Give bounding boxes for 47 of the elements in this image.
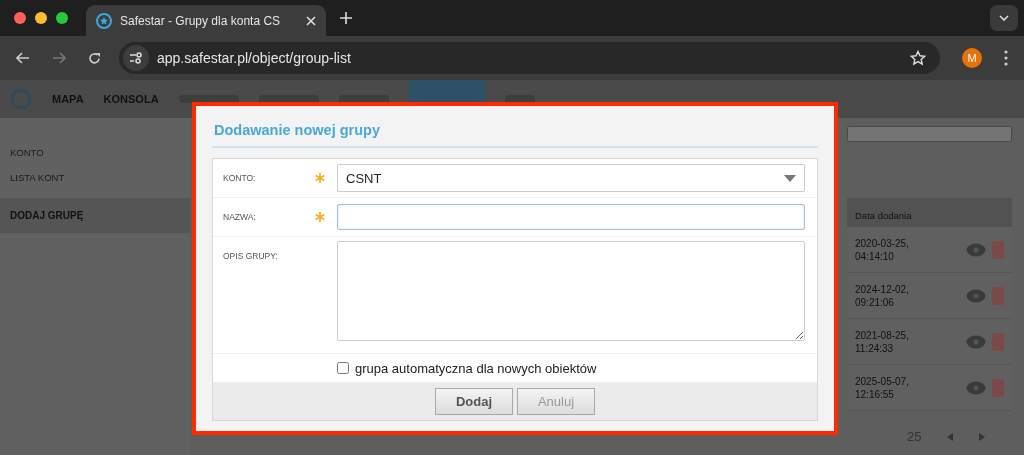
url-text: app.safestar.pl/object/group-list bbox=[157, 50, 351, 66]
name-input-field[interactable] bbox=[337, 204, 805, 230]
nav-menu-item[interactable]: KONSOLA bbox=[103, 93, 159, 105]
eye-icon[interactable] bbox=[966, 380, 986, 395]
search-field[interactable] bbox=[847, 126, 1012, 142]
field-label: OPIS GRUPY: bbox=[223, 250, 279, 261]
new-tab-icon[interactable] bbox=[340, 12, 352, 24]
eye-icon[interactable] bbox=[966, 334, 986, 349]
more-menu-icon[interactable] bbox=[1004, 50, 1008, 66]
caret-icon bbox=[784, 174, 796, 182]
reload-icon[interactable] bbox=[88, 51, 101, 65]
sidebar-item[interactable]: LISTA KONT bbox=[0, 165, 190, 190]
eye-icon[interactable] bbox=[966, 242, 986, 257]
dialog-title: Dodawanie nowej grupy bbox=[212, 118, 818, 148]
maximize-window-button[interactable] bbox=[56, 12, 68, 24]
date-cell-text: 2021-08-25, 11:24:33 bbox=[855, 328, 910, 355]
field-label: NAZWA: bbox=[223, 212, 257, 222]
eye-icon[interactable] bbox=[966, 288, 986, 303]
chevron-down-icon bbox=[999, 15, 1009, 21]
table-header: Data dodania bbox=[847, 198, 1012, 227]
date-cell-text: 2020-03-25, 04:14:10 bbox=[855, 236, 910, 263]
close-icon[interactable] bbox=[306, 15, 316, 26]
minimize-window-button[interactable] bbox=[35, 12, 47, 24]
tab-list-button[interactable] bbox=[990, 5, 1018, 31]
close-window-button[interactable] bbox=[14, 12, 26, 24]
description-text-area[interactable] bbox=[337, 241, 805, 341]
profile-avatar[interactable]: M bbox=[962, 48, 982, 68]
checkbox[interactable] bbox=[337, 362, 349, 374]
field-label: KONTO: bbox=[223, 173, 257, 183]
logo-icon bbox=[10, 88, 32, 110]
date-cell-text: 2025-05-07, 12:16:55 bbox=[855, 374, 910, 401]
add-button[interactable]: Dodaj bbox=[435, 387, 513, 415]
site-settings-icon[interactable] bbox=[123, 45, 149, 71]
forward-icon[interactable] bbox=[52, 52, 66, 64]
address-bar[interactable]: app.safestar.pl/object/group-list bbox=[119, 42, 940, 74]
account-dropdown[interactable]: CSNT bbox=[337, 164, 805, 192]
sidebar-item[interactable]: KONTO bbox=[0, 140, 190, 165]
browser-tab[interactable]: Safestar - Grupy dla konta CS bbox=[86, 5, 326, 36]
sidebar-item[interactable]: DODAJ GRUPĘ bbox=[0, 198, 190, 233]
tab-title: Safestar - Grupy dla konta CS bbox=[120, 13, 282, 28]
nav-menu-item[interactable]: MAPA bbox=[52, 93, 84, 105]
back-icon[interactable] bbox=[16, 52, 30, 64]
checkbox-label: grupa automatyczna dla nowych obiektów bbox=[355, 360, 597, 376]
next-page-icon[interactable] bbox=[979, 432, 986, 441]
date-cell-text: 2024-12-02, 09:21:06 bbox=[855, 282, 910, 309]
bookmark-star-icon[interactable] bbox=[910, 50, 926, 66]
previous-page-icon[interactable] bbox=[947, 432, 954, 441]
